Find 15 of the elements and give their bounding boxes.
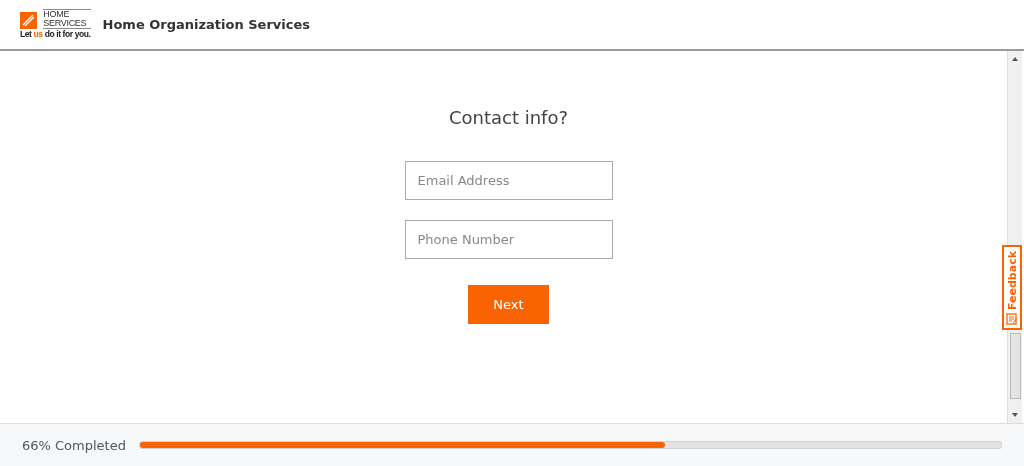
logo-text: HOME — [43, 10, 71, 19]
next-button[interactable]: Next — [468, 285, 549, 324]
note-icon — [1006, 313, 1018, 325]
logo-icon — [20, 12, 37, 29]
input-field[interactable]: Phone Number — [404, 220, 613, 259]
scrollbar-thumb[interactable] — [1009, 333, 1021, 399]
progress-label: 66% Completed — [22, 437, 126, 453]
input-field[interactable]: Email Address — [404, 161, 613, 200]
logo-text: SERVICES — [43, 19, 88, 28]
page-title: Home Organization Services — [102, 17, 311, 32]
scroll-up-icon[interactable] — [1012, 57, 1018, 61]
form-heading: Contact info? — [448, 107, 569, 128]
feedback-tab[interactable]: Feedback — [1002, 245, 1022, 330]
tagline: Let us do it for you. — [20, 29, 91, 40]
scroll-down-icon[interactable] — [1012, 413, 1018, 417]
